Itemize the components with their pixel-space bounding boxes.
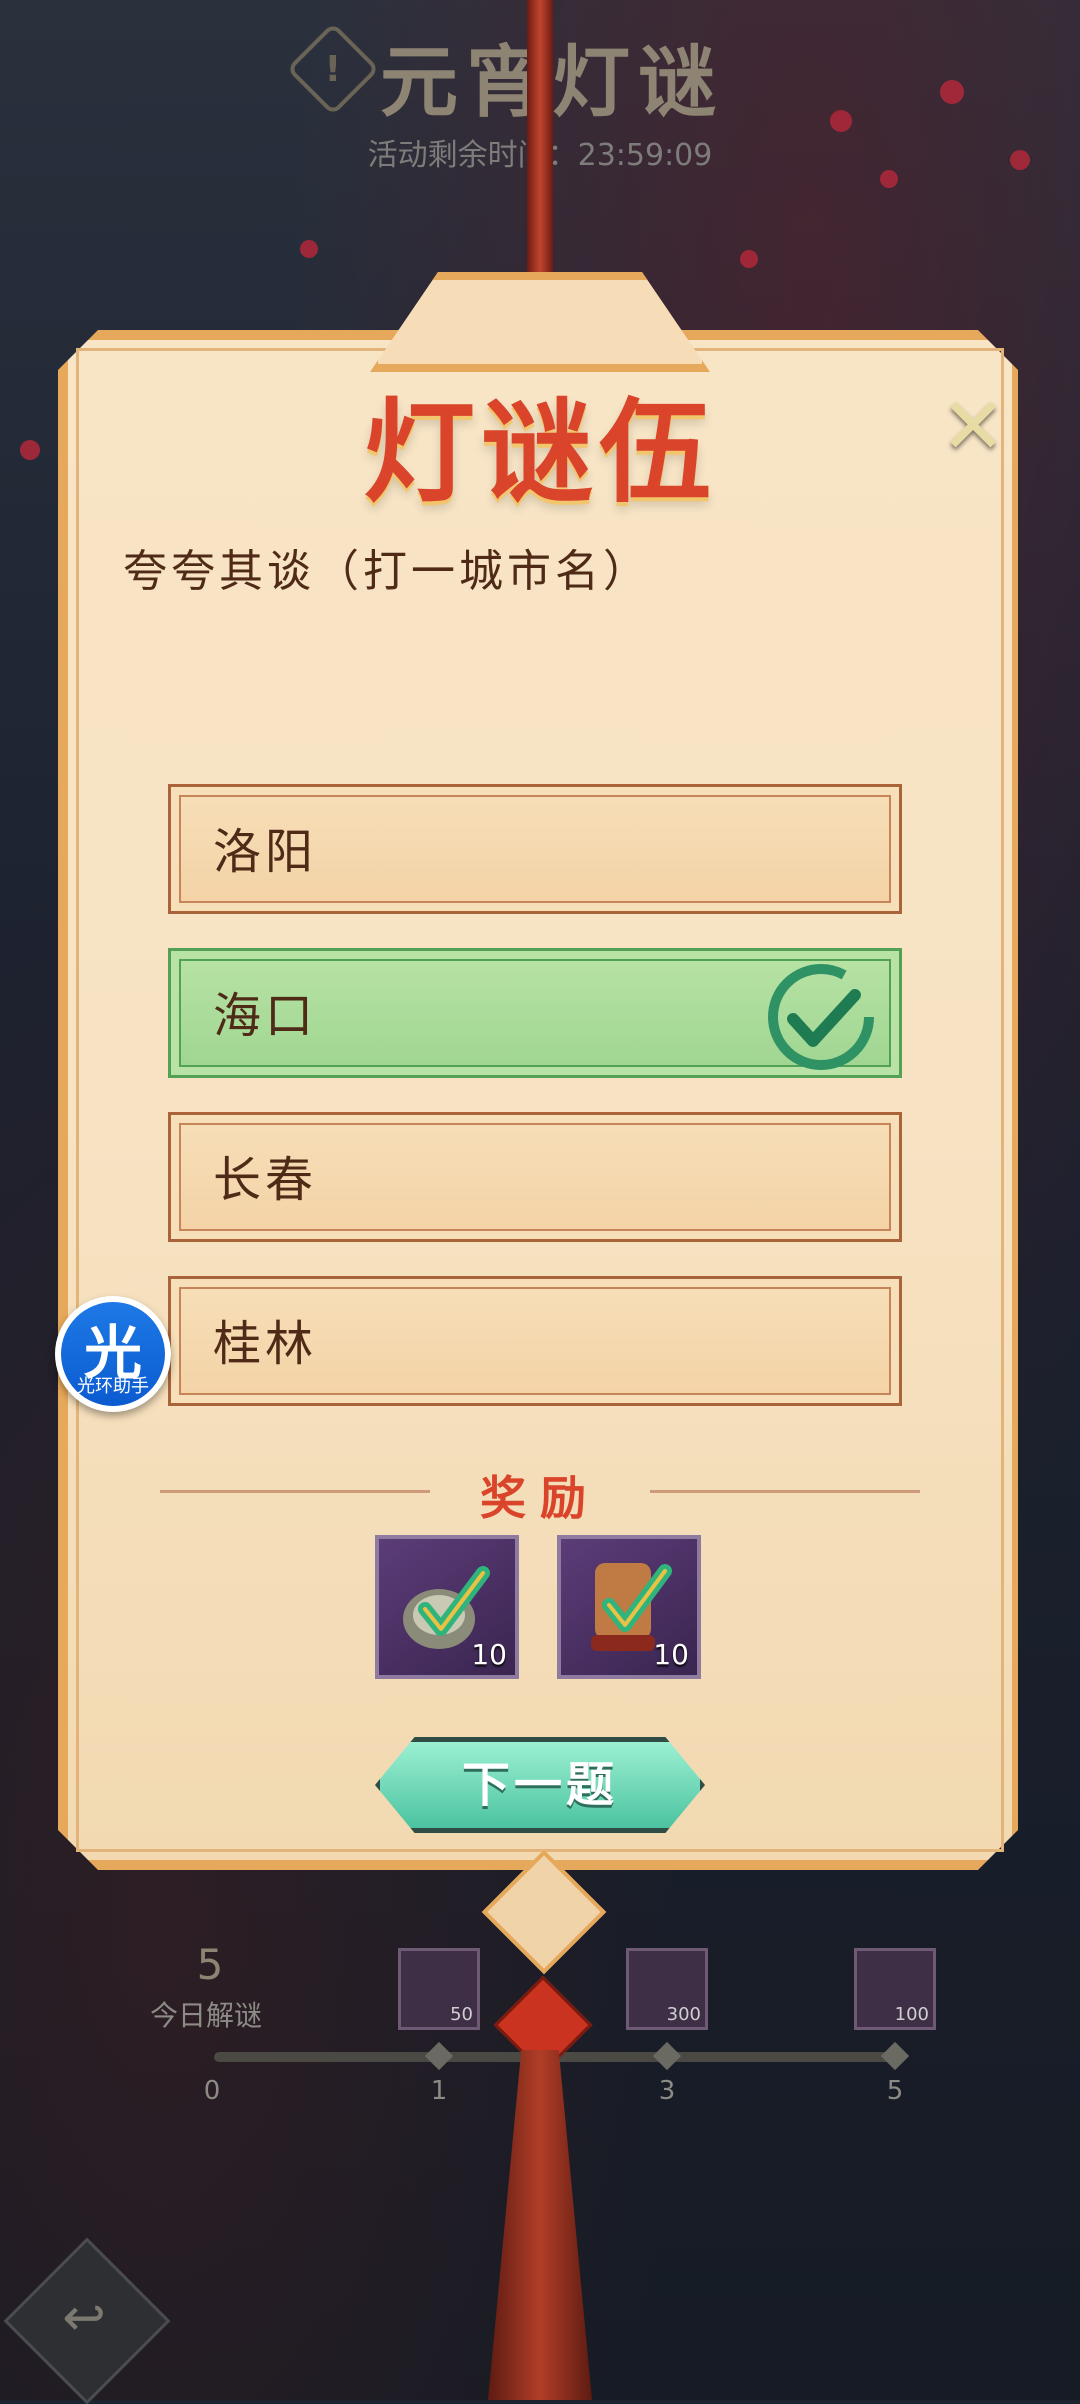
- answer-option[interactable]: 长春: [168, 1112, 902, 1242]
- milestone-count: 100: [894, 2004, 929, 2025]
- milestone-count: 50: [450, 2004, 473, 2025]
- plum-blossom-decoration: [940, 80, 964, 104]
- plum-blossom-decoration: [740, 250, 758, 268]
- riddle-title: 灯谜伍: [363, 387, 717, 518]
- riddle-question: 夸夸其谈（打一城市名）: [123, 546, 651, 597]
- solved-label: 今日解谜: [150, 1999, 263, 2032]
- answer-option[interactable]: 洛阳: [168, 784, 902, 914]
- reward-count: 10: [471, 1638, 507, 1671]
- progress-label: 0: [203, 2076, 221, 2106]
- answer-option-label: 洛阳: [213, 824, 318, 880]
- answer-option-label: 桂林: [213, 1316, 318, 1372]
- reward-item[interactable]: 10: [557, 1535, 701, 1679]
- assistant-label: 光环助手: [77, 1376, 149, 1397]
- checkmark-icon: [768, 964, 874, 1070]
- answer-option-label: 长春: [213, 1152, 318, 1208]
- reward-count: 10: [653, 1638, 689, 1671]
- progress-label: 3: [658, 2076, 676, 2106]
- progress-label: 5: [886, 2076, 904, 2106]
- plum-blossom-decoration: [830, 110, 852, 132]
- reward-item[interactable]: 10: [375, 1535, 519, 1679]
- milestone-reward[interactable]: 300: [626, 1948, 708, 2030]
- reward-title: 奖励: [480, 1471, 600, 1525]
- assistant-floating-button[interactable]: 光 光环助手: [55, 1296, 171, 1412]
- reward-header: 奖励: [160, 1462, 920, 1525]
- next-question-label[interactable]: 下一题: [375, 1737, 705, 1833]
- answer-option[interactable]: 桂林: [168, 1276, 902, 1406]
- milestone-count: 300: [666, 2004, 701, 2025]
- plum-blossom-decoration: [300, 240, 318, 258]
- answer-option-label: 海口: [213, 988, 318, 1044]
- progress-label: 1: [430, 2076, 448, 2106]
- back-arrow-icon[interactable]: ↩: [28, 2262, 140, 2374]
- answer-option-correct[interactable]: 海口: [168, 948, 902, 1078]
- solved-count: 5: [196, 1940, 224, 1989]
- close-icon[interactable]: ✕: [938, 382, 1008, 472]
- milestone-reward[interactable]: 100: [854, 1948, 936, 2030]
- milestone-reward[interactable]: 50: [398, 1948, 480, 2030]
